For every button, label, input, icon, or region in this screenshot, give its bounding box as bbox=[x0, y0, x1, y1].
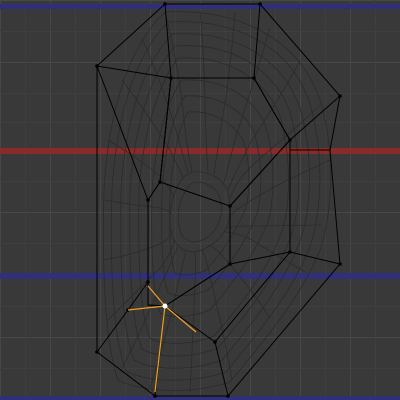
viewport-canvas[interactable] bbox=[0, 0, 400, 400]
blue-axis-line-bottom bbox=[0, 396, 400, 400]
vertex[interactable] bbox=[288, 250, 292, 254]
vertex[interactable] bbox=[228, 262, 232, 266]
vertex[interactable] bbox=[153, 394, 157, 398]
selected-edge[interactable] bbox=[154, 305, 166, 393]
vertex[interactable] bbox=[169, 76, 173, 80]
vertex[interactable] bbox=[338, 262, 342, 266]
vertex[interactable] bbox=[228, 204, 232, 208]
3d-viewport[interactable] bbox=[0, 0, 400, 400]
vertex[interactable] bbox=[258, 2, 262, 6]
floor-grid bbox=[0, 0, 400, 400]
vertex[interactable] bbox=[146, 280, 150, 284]
red-axis-line bbox=[0, 148, 400, 154]
vertex[interactable] bbox=[213, 340, 217, 344]
vertex[interactable] bbox=[95, 350, 99, 354]
vertex[interactable] bbox=[226, 394, 230, 398]
blue-axis-line-top bbox=[0, 4, 400, 9]
subdivision-wireframe bbox=[102, 9, 332, 393]
inner-cage-polygon[interactable] bbox=[147, 77, 291, 307]
vertex[interactable] bbox=[338, 94, 342, 98]
blue-axis-line-middle bbox=[0, 273, 400, 279]
vertex[interactable] bbox=[146, 198, 150, 202]
selected-vertex[interactable] bbox=[162, 303, 168, 309]
vertex[interactable] bbox=[158, 180, 162, 184]
vertex[interactable] bbox=[288, 138, 292, 142]
vertex[interactable] bbox=[163, 2, 167, 6]
vertex[interactable] bbox=[95, 64, 99, 68]
middle-cage-polygon[interactable] bbox=[147, 77, 291, 307]
vertex[interactable] bbox=[252, 76, 256, 80]
